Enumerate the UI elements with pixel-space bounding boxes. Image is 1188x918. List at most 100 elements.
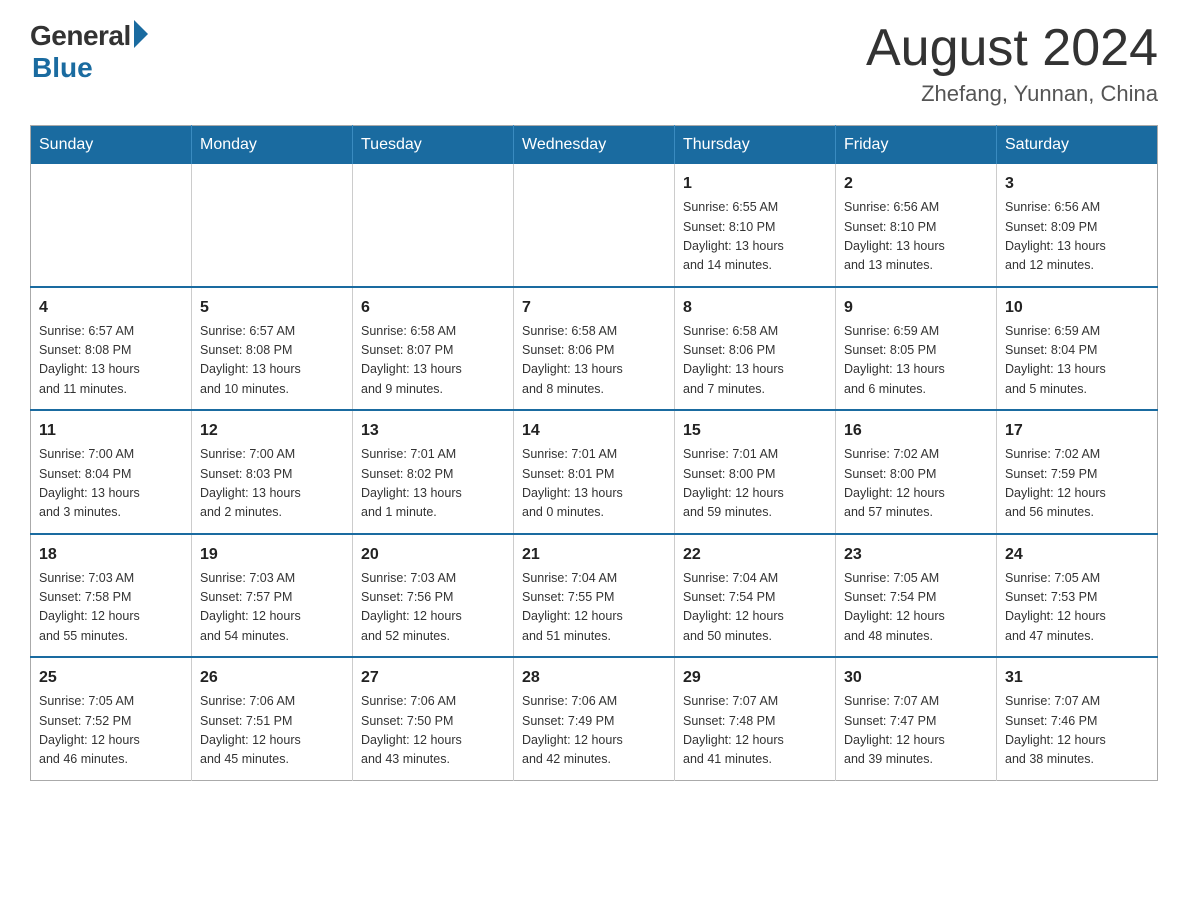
day-number: 22 xyxy=(683,543,827,567)
day-number: 4 xyxy=(39,296,183,320)
logo-blue-text: Blue xyxy=(32,52,93,84)
day-number: 17 xyxy=(1005,419,1149,443)
day-info: Sunrise: 7:00 AM Sunset: 8:04 PM Dayligh… xyxy=(39,445,183,523)
day-info: Sunrise: 7:05 AM Sunset: 7:53 PM Dayligh… xyxy=(1005,569,1149,647)
day-cell-11: 11Sunrise: 7:00 AM Sunset: 8:04 PM Dayli… xyxy=(31,410,192,534)
day-number: 23 xyxy=(844,543,988,567)
day-number: 24 xyxy=(1005,543,1149,567)
day-number: 15 xyxy=(683,419,827,443)
day-info: Sunrise: 7:06 AM Sunset: 7:50 PM Dayligh… xyxy=(361,692,505,770)
day-info: Sunrise: 7:00 AM Sunset: 8:03 PM Dayligh… xyxy=(200,445,344,523)
day-number: 18 xyxy=(39,543,183,567)
day-number: 27 xyxy=(361,666,505,690)
day-info: Sunrise: 7:01 AM Sunset: 8:02 PM Dayligh… xyxy=(361,445,505,523)
day-cell-30: 30Sunrise: 7:07 AM Sunset: 7:47 PM Dayli… xyxy=(836,657,997,780)
day-number: 25 xyxy=(39,666,183,690)
day-number: 19 xyxy=(200,543,344,567)
day-info: Sunrise: 7:03 AM Sunset: 7:57 PM Dayligh… xyxy=(200,569,344,647)
day-number: 11 xyxy=(39,419,183,443)
empty-cell xyxy=(31,164,192,287)
day-of-week-saturday: Saturday xyxy=(997,126,1158,165)
day-cell-12: 12Sunrise: 7:00 AM Sunset: 8:03 PM Dayli… xyxy=(192,410,353,534)
day-cell-28: 28Sunrise: 7:06 AM Sunset: 7:49 PM Dayli… xyxy=(514,657,675,780)
day-number: 30 xyxy=(844,666,988,690)
day-info: Sunrise: 7:06 AM Sunset: 7:49 PM Dayligh… xyxy=(522,692,666,770)
day-info: Sunrise: 7:04 AM Sunset: 7:54 PM Dayligh… xyxy=(683,569,827,647)
week-row-1: 1Sunrise: 6:55 AM Sunset: 8:10 PM Daylig… xyxy=(31,164,1158,287)
week-row-4: 18Sunrise: 7:03 AM Sunset: 7:58 PM Dayli… xyxy=(31,534,1158,658)
calendar-table: SundayMondayTuesdayWednesdayThursdayFrid… xyxy=(30,125,1158,781)
day-of-week-sunday: Sunday xyxy=(31,126,192,165)
day-number: 9 xyxy=(844,296,988,320)
page-header: General Blue August 2024 Zhefang, Yunnan… xyxy=(30,20,1158,107)
week-row-3: 11Sunrise: 7:00 AM Sunset: 8:04 PM Dayli… xyxy=(31,410,1158,534)
day-number: 20 xyxy=(361,543,505,567)
day-of-week-wednesday: Wednesday xyxy=(514,126,675,165)
day-number: 7 xyxy=(522,296,666,320)
day-info: Sunrise: 6:59 AM Sunset: 8:05 PM Dayligh… xyxy=(844,322,988,400)
day-cell-26: 26Sunrise: 7:06 AM Sunset: 7:51 PM Dayli… xyxy=(192,657,353,780)
logo-general-text: General xyxy=(30,20,131,52)
day-info: Sunrise: 6:58 AM Sunset: 8:06 PM Dayligh… xyxy=(522,322,666,400)
day-cell-15: 15Sunrise: 7:01 AM Sunset: 8:00 PM Dayli… xyxy=(675,410,836,534)
day-info: Sunrise: 6:59 AM Sunset: 8:04 PM Dayligh… xyxy=(1005,322,1149,400)
day-info: Sunrise: 7:01 AM Sunset: 8:00 PM Dayligh… xyxy=(683,445,827,523)
day-info: Sunrise: 7:01 AM Sunset: 8:01 PM Dayligh… xyxy=(522,445,666,523)
day-cell-27: 27Sunrise: 7:06 AM Sunset: 7:50 PM Dayli… xyxy=(353,657,514,780)
day-cell-16: 16Sunrise: 7:02 AM Sunset: 8:00 PM Dayli… xyxy=(836,410,997,534)
logo-triangle-icon xyxy=(134,20,148,48)
day-info: Sunrise: 6:58 AM Sunset: 8:07 PM Dayligh… xyxy=(361,322,505,400)
day-info: Sunrise: 7:02 AM Sunset: 8:00 PM Dayligh… xyxy=(844,445,988,523)
day-info: Sunrise: 6:57 AM Sunset: 8:08 PM Dayligh… xyxy=(39,322,183,400)
day-cell-3: 3Sunrise: 6:56 AM Sunset: 8:09 PM Daylig… xyxy=(997,164,1158,287)
day-cell-13: 13Sunrise: 7:01 AM Sunset: 8:02 PM Dayli… xyxy=(353,410,514,534)
day-cell-8: 8Sunrise: 6:58 AM Sunset: 8:06 PM Daylig… xyxy=(675,287,836,411)
calendar-subtitle: Zhefang, Yunnan, China xyxy=(866,81,1158,107)
empty-cell xyxy=(514,164,675,287)
day-cell-20: 20Sunrise: 7:03 AM Sunset: 7:56 PM Dayli… xyxy=(353,534,514,658)
day-info: Sunrise: 7:06 AM Sunset: 7:51 PM Dayligh… xyxy=(200,692,344,770)
day-info: Sunrise: 7:04 AM Sunset: 7:55 PM Dayligh… xyxy=(522,569,666,647)
day-cell-1: 1Sunrise: 6:55 AM Sunset: 8:10 PM Daylig… xyxy=(675,164,836,287)
day-info: Sunrise: 7:05 AM Sunset: 7:52 PM Dayligh… xyxy=(39,692,183,770)
day-info: Sunrise: 7:02 AM Sunset: 7:59 PM Dayligh… xyxy=(1005,445,1149,523)
day-info: Sunrise: 7:03 AM Sunset: 7:56 PM Dayligh… xyxy=(361,569,505,647)
day-number: 2 xyxy=(844,172,988,196)
day-number: 5 xyxy=(200,296,344,320)
day-number: 3 xyxy=(1005,172,1149,196)
week-row-2: 4Sunrise: 6:57 AM Sunset: 8:08 PM Daylig… xyxy=(31,287,1158,411)
day-cell-25: 25Sunrise: 7:05 AM Sunset: 7:52 PM Dayli… xyxy=(31,657,192,780)
day-number: 28 xyxy=(522,666,666,690)
day-of-week-friday: Friday xyxy=(836,126,997,165)
day-number: 31 xyxy=(1005,666,1149,690)
day-number: 14 xyxy=(522,419,666,443)
day-info: Sunrise: 7:05 AM Sunset: 7:54 PM Dayligh… xyxy=(844,569,988,647)
empty-cell xyxy=(192,164,353,287)
day-cell-14: 14Sunrise: 7:01 AM Sunset: 8:01 PM Dayli… xyxy=(514,410,675,534)
empty-cell xyxy=(353,164,514,287)
day-number: 21 xyxy=(522,543,666,567)
day-number: 26 xyxy=(200,666,344,690)
day-cell-19: 19Sunrise: 7:03 AM Sunset: 7:57 PM Dayli… xyxy=(192,534,353,658)
week-row-5: 25Sunrise: 7:05 AM Sunset: 7:52 PM Dayli… xyxy=(31,657,1158,780)
title-block: August 2024 Zhefang, Yunnan, China xyxy=(866,20,1158,107)
day-info: Sunrise: 6:55 AM Sunset: 8:10 PM Dayligh… xyxy=(683,198,827,276)
day-cell-21: 21Sunrise: 7:04 AM Sunset: 7:55 PM Dayli… xyxy=(514,534,675,658)
day-of-week-monday: Monday xyxy=(192,126,353,165)
day-cell-18: 18Sunrise: 7:03 AM Sunset: 7:58 PM Dayli… xyxy=(31,534,192,658)
day-cell-5: 5Sunrise: 6:57 AM Sunset: 8:08 PM Daylig… xyxy=(192,287,353,411)
calendar-title: August 2024 xyxy=(866,20,1158,77)
day-number: 12 xyxy=(200,419,344,443)
day-info: Sunrise: 7:07 AM Sunset: 7:46 PM Dayligh… xyxy=(1005,692,1149,770)
day-info: Sunrise: 7:07 AM Sunset: 7:47 PM Dayligh… xyxy=(844,692,988,770)
day-number: 1 xyxy=(683,172,827,196)
day-cell-7: 7Sunrise: 6:58 AM Sunset: 8:06 PM Daylig… xyxy=(514,287,675,411)
day-number: 16 xyxy=(844,419,988,443)
day-number: 10 xyxy=(1005,296,1149,320)
day-cell-10: 10Sunrise: 6:59 AM Sunset: 8:04 PM Dayli… xyxy=(997,287,1158,411)
day-cell-4: 4Sunrise: 6:57 AM Sunset: 8:08 PM Daylig… xyxy=(31,287,192,411)
day-number: 6 xyxy=(361,296,505,320)
day-cell-23: 23Sunrise: 7:05 AM Sunset: 7:54 PM Dayli… xyxy=(836,534,997,658)
day-cell-24: 24Sunrise: 7:05 AM Sunset: 7:53 PM Dayli… xyxy=(997,534,1158,658)
day-number: 8 xyxy=(683,296,827,320)
